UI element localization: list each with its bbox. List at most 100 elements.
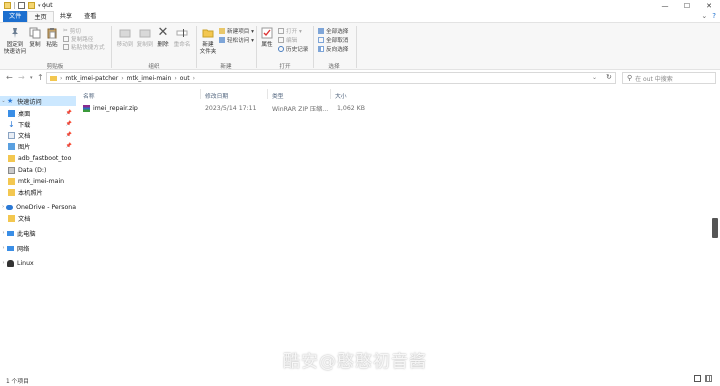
tab-share[interactable]: 共享 xyxy=(54,11,78,22)
column-header-modified[interactable]: 修改日期 xyxy=(205,91,228,100)
nav-item-network[interactable]: › 网络 xyxy=(0,243,76,253)
nav-item-onedrive[interactable]: › OneDrive - Persona xyxy=(0,202,76,212)
window-title: out xyxy=(42,1,53,9)
folder-icon xyxy=(8,214,15,222)
edit-icon xyxy=(278,37,284,43)
select-all-button[interactable]: 全部选择 xyxy=(318,27,348,35)
invert-selection-button[interactable]: 反向选择 xyxy=(318,45,348,53)
column-header-size[interactable]: 大小 xyxy=(335,91,347,100)
chevron-down-icon[interactable]: ▾ xyxy=(38,3,41,9)
properties-check-icon[interactable] xyxy=(18,2,25,9)
nav-item-onedrive-documents[interactable]: 文档 xyxy=(0,213,76,223)
maximize-button[interactable]: ☐ xyxy=(676,0,698,11)
nav-item-this-pc[interactable]: › 此电脑 xyxy=(0,228,76,238)
up-arrow-icon[interactable]: ↑ xyxy=(37,73,44,82)
search-placeholder: 在 out 中搜索 xyxy=(635,75,673,83)
select-all-icon xyxy=(318,28,324,34)
download-icon: ↓ xyxy=(8,119,15,129)
quick-access-toolbar: ▾ xyxy=(4,2,45,9)
folder-icon xyxy=(8,188,15,196)
delete-button[interactable]: ✕ 删除 xyxy=(156,26,170,49)
edit-button[interactable]: 编辑 xyxy=(278,36,297,44)
copy-button[interactable]: 复制 xyxy=(28,26,42,49)
new-folder-button[interactable]: 新建 文件夹 xyxy=(199,26,217,55)
nav-item-desktop[interactable]: 桌面 📌 xyxy=(0,108,76,118)
scrollbar-thumb[interactable] xyxy=(712,218,718,238)
file-row[interactable]: imei_repair.zip 2023/5/14 17:11 WinRAR Z… xyxy=(80,103,380,114)
clipboard-icon xyxy=(45,26,59,40)
chevron-right-icon[interactable]: › xyxy=(0,245,7,251)
pin-icon: 📌 xyxy=(65,110,72,116)
nav-item-quick-access[interactable]: ⌄ ★ 快速访问 xyxy=(0,96,76,106)
nav-item-pictures[interactable]: 图片 📌 xyxy=(0,141,76,151)
easy-access-button[interactable]: 轻松访问 ▾ xyxy=(219,36,254,44)
tab-home[interactable]: 主页 xyxy=(27,11,54,22)
new-group: 新建 文件夹 新建项目 ▾ 轻松访问 ▾ 新建 xyxy=(197,23,255,71)
nav-item-downloads[interactable]: ↓ 下载 📌 xyxy=(0,119,76,129)
back-arrow-icon[interactable]: ← xyxy=(6,73,13,82)
column-header-type[interactable]: 类型 xyxy=(272,91,284,100)
folder-icon xyxy=(50,75,57,81)
close-button[interactable]: ✕ xyxy=(698,0,720,11)
collapse-ribbon-icon[interactable]: ⌄ xyxy=(701,12,707,20)
large-icons-view-icon[interactable] xyxy=(705,375,712,382)
details-view-icon[interactable] xyxy=(694,375,701,382)
address-dropdown-icon[interactable]: ⌄ xyxy=(592,74,597,81)
nav-item-adb-fastboot[interactable]: adb_fastboot_too xyxy=(0,153,76,163)
new-item-button[interactable]: 新建项目 ▾ xyxy=(219,27,254,35)
column-header-name[interactable]: 名称 xyxy=(83,91,95,100)
item-count: 1 个项目 xyxy=(6,379,29,385)
nav-item-local-photos[interactable]: 本机照片 xyxy=(0,187,76,197)
tab-file[interactable]: 文件 xyxy=(3,11,28,22)
nav-item-linux[interactable]: › Linux xyxy=(0,258,76,268)
breadcrumb-segment[interactable]: mtk_imei-main xyxy=(127,75,172,82)
path-icon xyxy=(63,36,69,42)
chevron-right-icon[interactable]: › xyxy=(0,260,7,266)
open-button[interactable]: 打开 ▾ xyxy=(278,27,302,35)
forward-arrow-icon[interactable]: → xyxy=(18,73,25,82)
history-icon xyxy=(278,46,284,52)
new-folder-icon[interactable] xyxy=(28,2,35,9)
paste-shortcut-button[interactable]: 粘贴快捷方式 xyxy=(63,43,105,51)
cut-button[interactable]: ✂ 剪切 xyxy=(63,27,81,35)
chevron-down-icon[interactable]: ⌄ xyxy=(0,98,7,104)
refresh-icon[interactable]: ↻ xyxy=(606,73,612,81)
folder-icon xyxy=(8,154,15,162)
move-to-button[interactable]: 移动到 xyxy=(115,26,135,49)
help-icon[interactable]: ? xyxy=(712,12,716,20)
explorer-window: ▾ out — ☐ ✕ 文件 主页 共享 查看 ⌄ ? 固定到 快速访问 复制 … xyxy=(0,0,720,386)
copy-to-button[interactable]: 复制到 xyxy=(135,26,155,49)
copy-path-button[interactable]: 复制路径 xyxy=(63,35,93,43)
paste-button[interactable]: 粘贴 xyxy=(45,26,59,49)
title-bar: ▾ out — ☐ ✕ xyxy=(0,0,720,11)
recent-locations-chevron-icon[interactable]: ▾ xyxy=(30,75,33,81)
clipboard-group: 固定到 快速访问 复制 粘贴 ✂ 剪切 复制路径 粘贴快捷方式 剪贴板 xyxy=(0,23,105,71)
nav-item-data-drive[interactable]: Data (D:) xyxy=(0,165,76,175)
pin-to-quick-access-button[interactable]: 固定到 快速访问 xyxy=(3,26,27,55)
nav-item-documents[interactable]: 文档 📌 xyxy=(0,130,76,140)
properties-button[interactable]: 属性 xyxy=(259,26,275,49)
search-icon: ⚲ xyxy=(627,74,633,82)
tab-view[interactable]: 查看 xyxy=(78,11,102,22)
new-folder-icon xyxy=(201,26,215,40)
rename-button[interactable]: 重命名 xyxy=(172,26,192,49)
document-icon xyxy=(8,131,15,139)
winrar-archive-icon xyxy=(83,105,90,112)
file-type: WinRAR ZIP 压缩... xyxy=(272,106,329,113)
search-input[interactable]: ⚲ 在 out 中搜索 xyxy=(622,72,716,84)
history-button[interactable]: 历史记录 xyxy=(278,45,308,53)
select-group: 全部选择 全部取消 反向选择 选择 xyxy=(314,23,354,71)
select-none-button[interactable]: 全部取消 xyxy=(318,36,348,44)
breadcrumb-segment[interactable]: out xyxy=(180,75,190,82)
picture-icon xyxy=(8,142,15,150)
breadcrumb-segment[interactable]: mtk_imei-patcher xyxy=(65,75,118,82)
drive-icon xyxy=(8,166,15,174)
chevron-right-icon[interactable]: › xyxy=(0,230,7,236)
file-list: 名称 修改日期 类型 大小 imei_repair.zip 2023/5/14 … xyxy=(78,86,710,372)
nav-item-mtk-imei-main[interactable]: mtk_imei-main xyxy=(0,176,76,186)
cloud-icon xyxy=(6,204,14,210)
address-bar[interactable]: › mtk_imei-patcher › mtk_imei-main › out… xyxy=(46,72,616,84)
group-label-organize: 组织 xyxy=(148,64,160,70)
shortcut-icon xyxy=(63,44,69,50)
minimize-button[interactable]: — xyxy=(654,0,676,11)
